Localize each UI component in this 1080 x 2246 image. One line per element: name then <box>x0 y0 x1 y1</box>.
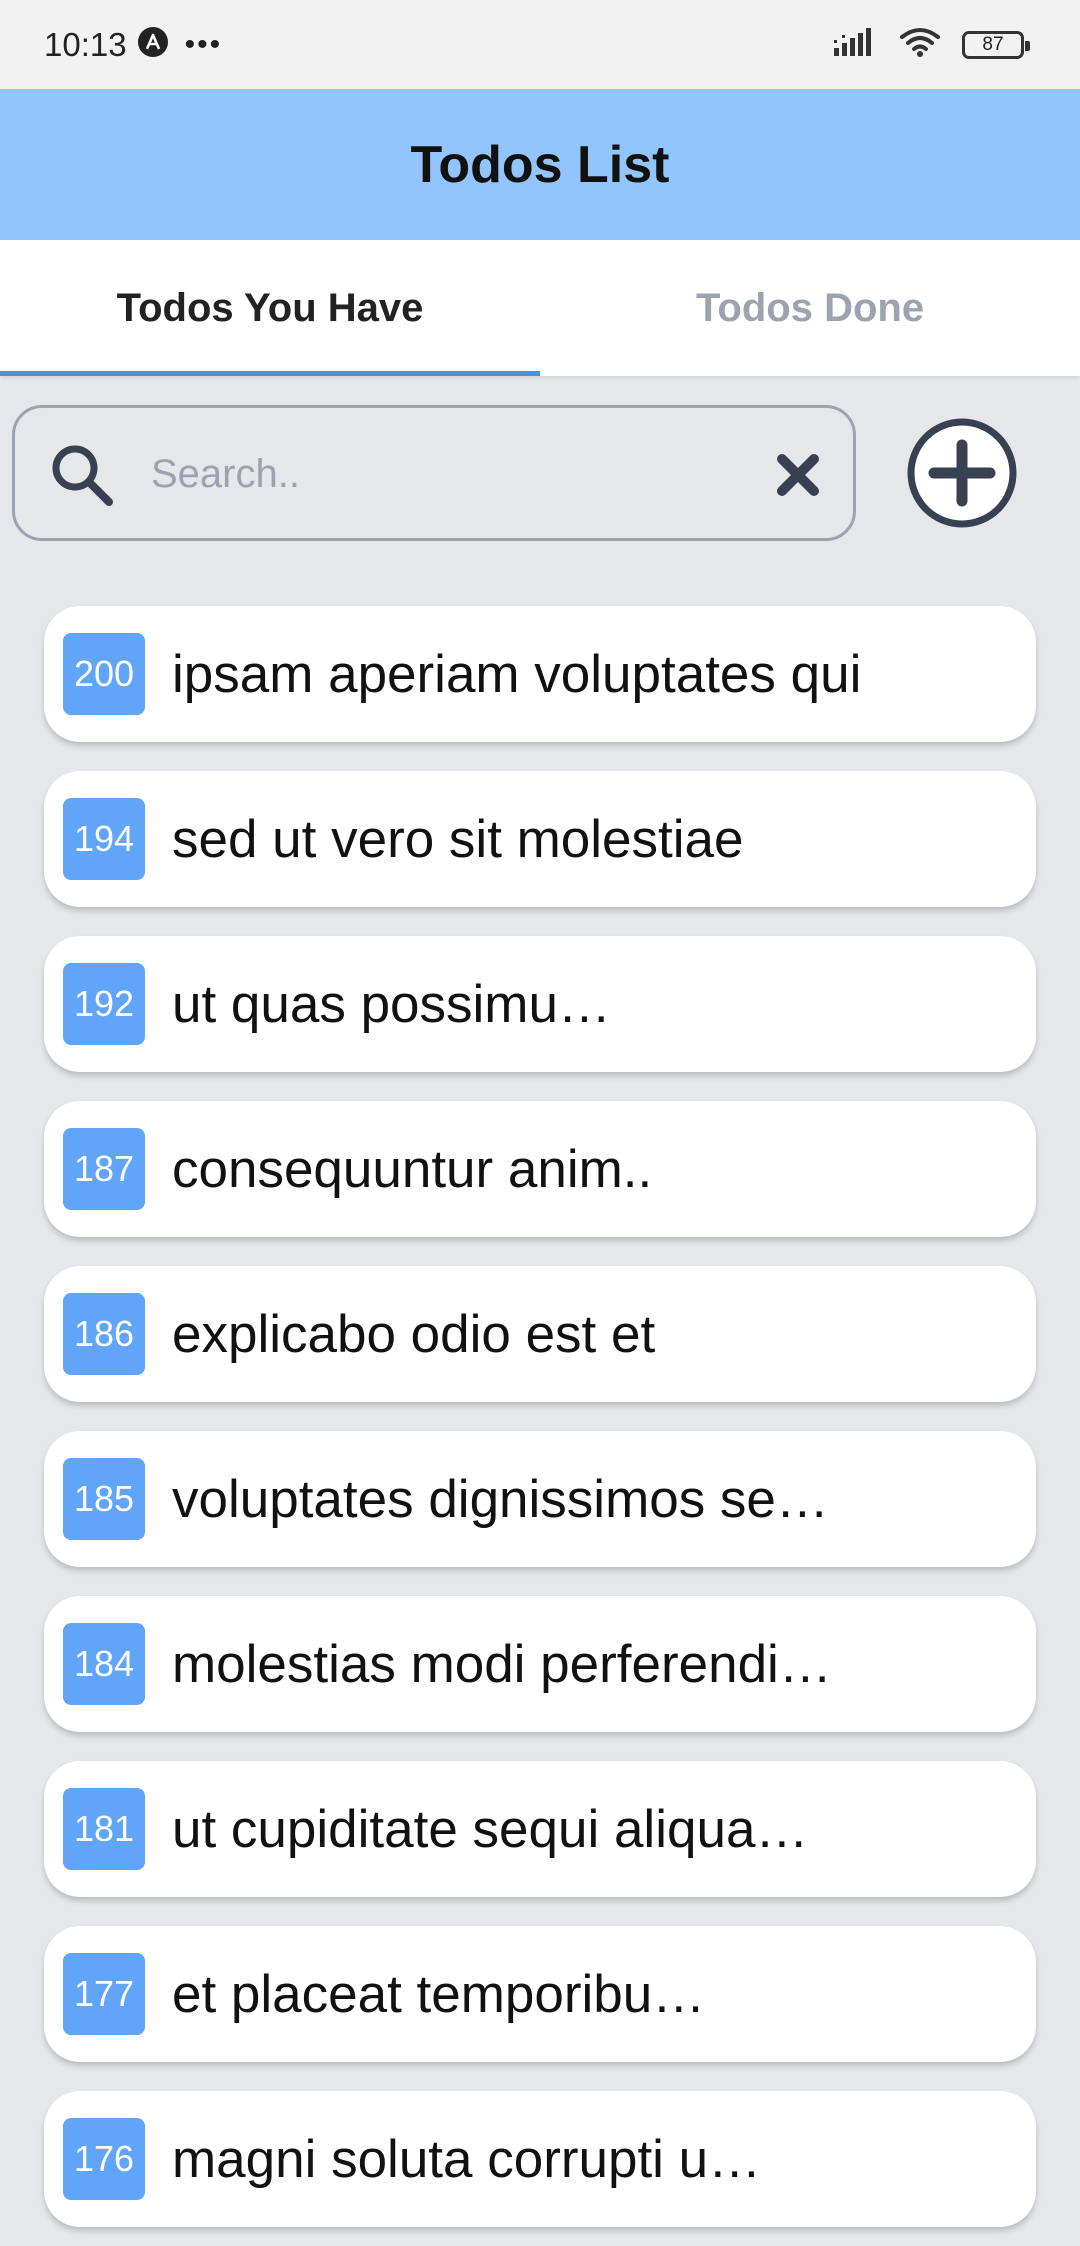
todo-item[interactable]: 186 explicabo odio est et <box>44 1266 1036 1402</box>
search-input[interactable] <box>151 436 741 512</box>
todo-item[interactable]: 181 ut cupiditate sequi aliqua… <box>44 1761 1036 1897</box>
tab-todos-done[interactable]: Todos Done <box>540 240 1080 376</box>
todo-list: 200 ipsam aperiam voluptates qui 194 sed… <box>44 606 1036 2246</box>
todo-item[interactable]: 177 et placeat temporibu… <box>44 1926 1036 2062</box>
todo-title: sed ut vero sit molestiae <box>172 809 744 869</box>
status-right: 87 <box>834 27 1030 62</box>
todo-id-badge: 194 <box>63 798 145 880</box>
todo-id-badge: 184 <box>63 1623 145 1705</box>
todo-id-badge: 192 <box>63 963 145 1045</box>
more-notifications-icon: ••• <box>184 27 223 61</box>
todo-title: et placeat temporibu… <box>172 1964 706 2024</box>
search-icon <box>49 442 115 513</box>
todo-title: consequuntur anim.. <box>172 1139 653 1199</box>
todo-title: magni soluta corrupti u… <box>172 2129 762 2189</box>
todo-id-badge: 187 <box>63 1128 145 1210</box>
todo-id-badge: 200 <box>63 633 145 715</box>
todo-title: voluptates dignissimos se… <box>172 1469 829 1529</box>
app-header: Todos List <box>0 89 1080 240</box>
add-todo-button[interactable] <box>906 417 1018 529</box>
search-box[interactable] <box>12 405 856 541</box>
todo-id-badge: 186 <box>63 1293 145 1375</box>
todo-title: explicabo odio est et <box>172 1304 656 1364</box>
todo-item[interactable]: 187 consequuntur anim.. <box>44 1101 1036 1237</box>
tab-bar: Todos You Have Todos Done <box>0 240 1080 376</box>
todo-title: molestias modi perferendi… <box>172 1634 832 1694</box>
wifi-icon <box>900 27 940 62</box>
status-left: 10:13 ••• <box>44 26 222 64</box>
todo-item[interactable]: 192 ut quas possimu… <box>44 936 1036 1072</box>
todo-item[interactable]: 184 molestias modi perferendi… <box>44 1596 1036 1732</box>
todo-title: ut cupiditate sequi aliqua… <box>172 1799 809 1859</box>
todo-title: ut quas possimu… <box>172 974 611 1034</box>
todo-id-badge: 181 <box>63 1788 145 1870</box>
signal-icon <box>834 28 878 61</box>
todo-item[interactable]: 176 magni soluta corrupti u… <box>44 2091 1036 2227</box>
todo-id-badge: 185 <box>63 1458 145 1540</box>
search-row <box>0 405 1080 541</box>
todo-id-badge: 176 <box>63 2118 145 2200</box>
a-circle-icon <box>137 26 169 63</box>
todo-item[interactable]: 185 voluptates dignissimos se… <box>44 1431 1036 1567</box>
status-time: 10:13 <box>44 25 127 63</box>
page-title: Todos List <box>410 135 670 194</box>
todo-id-badge: 177 <box>63 1953 145 2035</box>
status-bar: 10:13 ••• 87 <box>0 0 1080 89</box>
todo-title: ipsam aperiam voluptates qui <box>172 644 862 704</box>
battery-icon: 87 <box>962 30 1030 59</box>
todo-item[interactable]: 200 ipsam aperiam voluptates qui <box>44 606 1036 742</box>
tab-todos-you-have[interactable]: Todos You Have <box>0 240 540 376</box>
clear-search-icon[interactable] <box>775 452 821 503</box>
todo-item[interactable]: 194 sed ut vero sit molestiae <box>44 771 1036 907</box>
